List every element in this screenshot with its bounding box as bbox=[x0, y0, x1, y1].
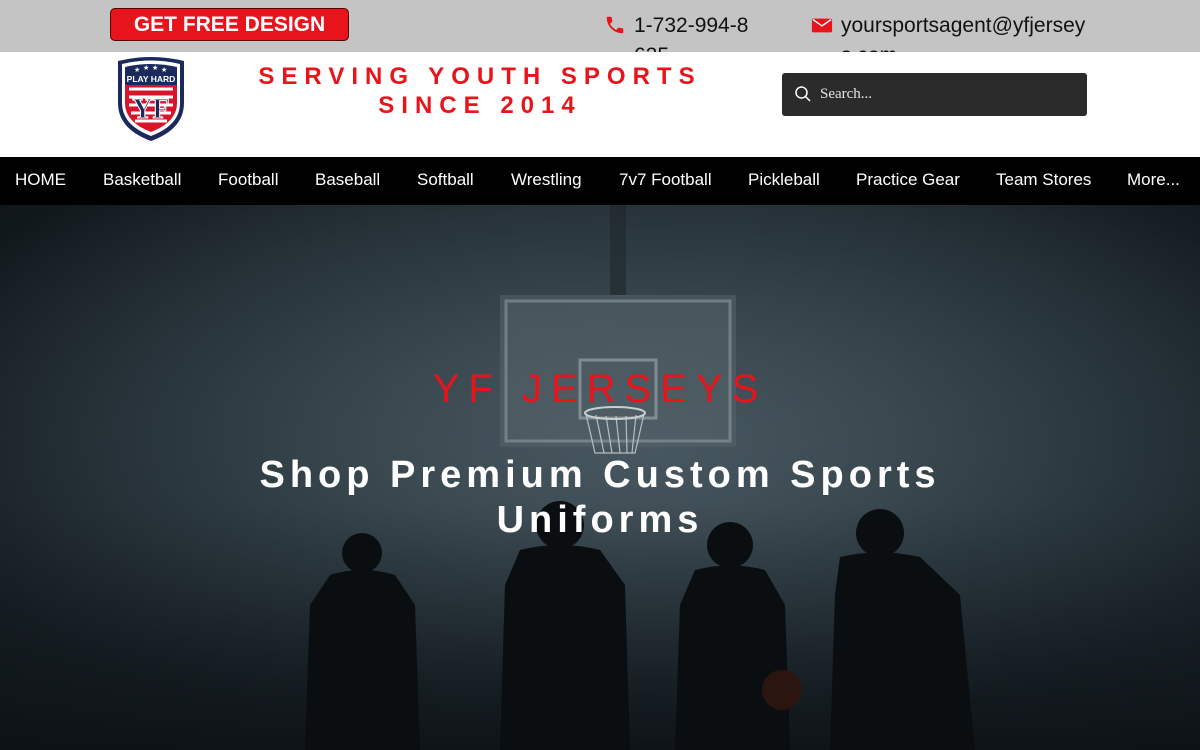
site-header: ★ ★ ★ ★ PLAY HARD YF SERVING YOUTH SPORT… bbox=[0, 52, 1200, 157]
phone-icon bbox=[606, 16, 624, 34]
top-bar: GET FREE DESIGN 1-732-994-8625 yoursport… bbox=[0, 0, 1200, 52]
tagline-line-2: SINCE 2014 bbox=[378, 92, 582, 119]
logo-monogram: YF bbox=[132, 94, 169, 125]
logo[interactable]: ★ ★ ★ ★ PLAY HARD YF bbox=[114, 55, 188, 143]
mail-icon bbox=[811, 18, 833, 33]
nav-item-basketball[interactable]: Basketball bbox=[103, 157, 181, 205]
svg-text:★: ★ bbox=[152, 64, 158, 72]
main-nav: HOME Basketball Football Baseball Softba… bbox=[0, 157, 1200, 205]
hero-headline: Shop Premium Custom Sports Uniforms bbox=[259, 454, 941, 541]
get-free-design-button[interactable]: GET FREE DESIGN bbox=[110, 8, 349, 41]
nav-item-team-stores[interactable]: Team Stores bbox=[996, 157, 1091, 205]
svg-text:★: ★ bbox=[134, 66, 140, 74]
search-input[interactable] bbox=[820, 81, 1075, 108]
hero-brand-title: YF JERSEYS bbox=[432, 367, 768, 411]
svg-text:★: ★ bbox=[161, 66, 167, 74]
nav-item-home[interactable]: HOME bbox=[15, 157, 66, 205]
nav-item-football[interactable]: Football bbox=[218, 157, 278, 205]
nav-item-practice-gear[interactable]: Practice Gear bbox=[856, 157, 960, 205]
logo-banner-text: PLAY HARD bbox=[127, 74, 176, 84]
email-address: yoursportsagent@yfjerseys.com bbox=[841, 14, 1086, 52]
phone-number: 1-732-994-8625 bbox=[634, 14, 749, 52]
tagline: SERVING YOUTH SPORTS SINCE 2014 bbox=[225, 62, 735, 120]
nav-item-softball[interactable]: Softball bbox=[417, 157, 474, 205]
nav-item-7v7-football[interactable]: 7v7 Football bbox=[619, 157, 712, 205]
search-icon[interactable] bbox=[794, 85, 812, 103]
tagline-line-1: SERVING YOUTH SPORTS bbox=[258, 63, 702, 90]
hero-section: YF JERSEYS Shop Premium Custom Sports Un… bbox=[0, 205, 1200, 750]
nav-item-more[interactable]: More... bbox=[1127, 157, 1180, 205]
nav-item-pickleball[interactable]: Pickleball bbox=[748, 157, 820, 205]
search-box[interactable] bbox=[782, 73, 1087, 116]
svg-text:★: ★ bbox=[143, 64, 149, 72]
nav-item-baseball[interactable]: Baseball bbox=[315, 157, 380, 205]
nav-item-wrestling[interactable]: Wrestling bbox=[511, 157, 582, 205]
